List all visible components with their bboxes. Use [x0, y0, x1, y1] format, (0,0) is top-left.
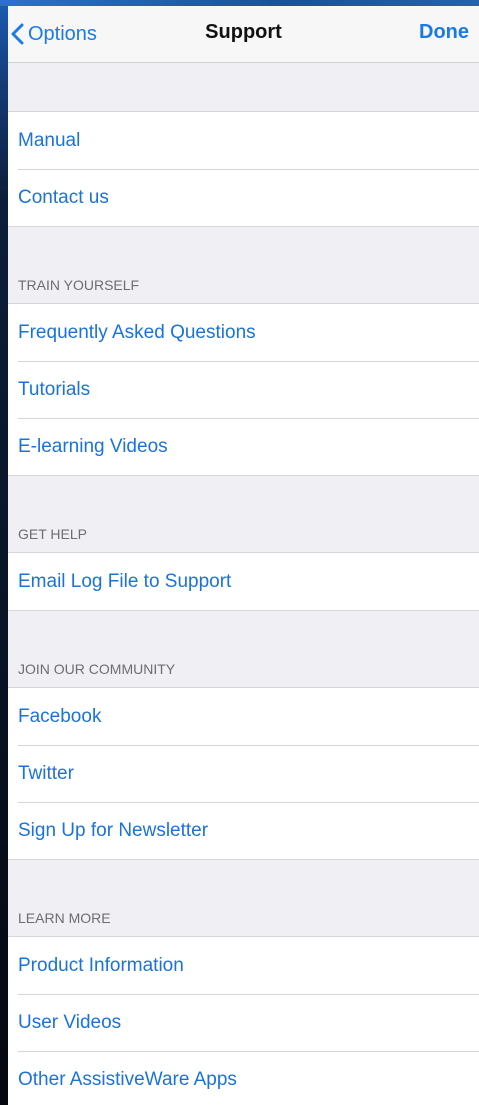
user-videos-link[interactable]: User Videos	[8, 994, 479, 1051]
faq-link[interactable]: Frequently Asked Questions	[8, 304, 479, 361]
manual-link[interactable]: Manual	[8, 112, 479, 169]
navigation-bar: Options Support Done	[8, 6, 479, 63]
section-group-general: Manual Contact us	[8, 111, 479, 227]
section-group-join-community: Facebook Twitter Sign Up for Newsletter	[8, 687, 479, 860]
tutorials-link[interactable]: Tutorials	[8, 361, 479, 418]
section-group-train-yourself: Frequently Asked Questions Tutorials E-l…	[8, 303, 479, 476]
section-header-get-help: GET HELP	[18, 526, 87, 542]
contact-us-link[interactable]: Contact us	[8, 169, 479, 226]
back-button-label: Options	[28, 22, 97, 45]
section-group-get-help: Email Log File to Support	[8, 552, 479, 611]
done-button[interactable]: Done	[419, 6, 469, 62]
chevron-left-icon	[11, 23, 24, 45]
twitter-link[interactable]: Twitter	[8, 745, 479, 802]
newsletter-signup-link[interactable]: Sign Up for Newsletter	[8, 802, 479, 859]
section-header-join-community: JOIN OUR COMMUNITY	[18, 661, 176, 677]
section-header-learn-more: LEARN MORE	[18, 910, 111, 926]
support-sheet: Options Support Done Manual Contact us T…	[8, 6, 479, 1105]
back-button[interactable]: Options	[10, 6, 97, 62]
facebook-link[interactable]: Facebook	[8, 688, 479, 745]
section-group-learn-more: Product Information User Videos Other As…	[8, 936, 479, 1105]
e-learning-videos-link[interactable]: E-learning Videos	[8, 418, 479, 475]
window-backdrop-left	[0, 0, 8, 1105]
section-header-train-yourself: TRAIN YOURSELF	[18, 277, 140, 293]
product-information-link[interactable]: Product Information	[8, 937, 479, 994]
other-apps-link[interactable]: Other AssistiveWare Apps	[8, 1051, 479, 1105]
email-log-file-link[interactable]: Email Log File to Support	[8, 553, 479, 610]
